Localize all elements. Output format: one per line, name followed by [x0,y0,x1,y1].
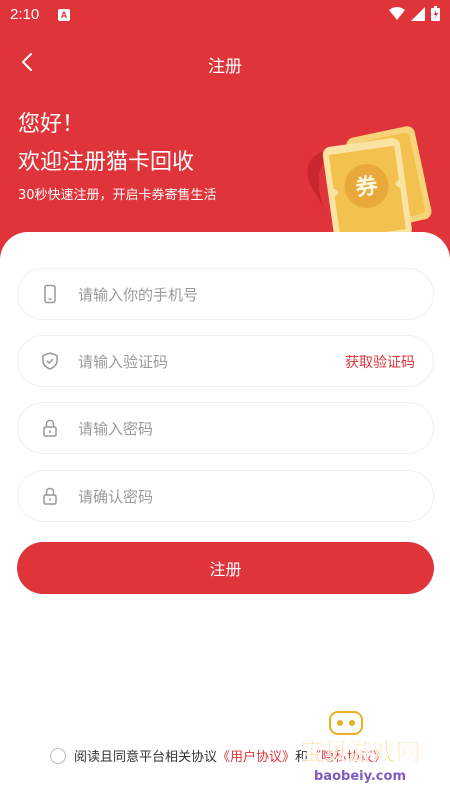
welcome-text: 欢迎注册猫卡回收 [18,150,195,175]
confirm-password-placeholder: 请确认密码 [78,487,154,506]
status-icons [389,6,440,21]
get-code-button[interactable]: 获取验证码 [345,352,415,372]
wifi-icon [389,6,405,20]
phone-placeholder: 请输入你的手机号 [78,285,199,304]
ticket-label: 券 [353,173,380,202]
nav-bar: 注册 [0,40,450,84]
subtitle-text: 30秒快速注册，开启卡券寄售生活 [18,188,217,203]
coupon-ticket-illustration: 券 [307,126,432,246]
password-placeholder: 请输入密码 [78,419,154,438]
code-placeholder: 请输入验证码 [78,352,169,371]
agreement-prefix: 阅读且同意平台相关协议 [74,750,218,765]
signal-icon [411,6,425,21]
greeting-text: 您好！ [18,112,85,137]
verification-code-field[interactable]: 请输入验证码 获取验证码 [17,335,434,387]
status-bar: 2:10 A [0,0,450,30]
agreement-conjunction: 和 [295,750,309,765]
privacy-policy-link[interactable]: 《隐私协议》 [308,746,386,765]
shield-icon [42,352,58,370]
status-time: 2:10 [10,6,40,23]
agreement-row: 阅读且同意平台相关协议 《用户协议》 和 《隐私协议》 [50,746,386,765]
password-field[interactable]: 请输入密码 [17,402,434,454]
notification-icon: A [58,9,70,21]
phone-field[interactable]: 请输入你的手机号 [17,268,434,320]
lock-icon [43,419,57,437]
battery-icon [431,6,440,21]
lock-icon [43,487,57,505]
phone-icon [44,284,56,304]
page-title: 注册 [208,57,242,77]
register-button[interactable]: 注册 [17,542,434,594]
user-agreement-link[interactable]: 《用户协议》 [217,746,295,765]
confirm-password-field[interactable]: 请确认密码 [17,470,434,522]
agreement-checkbox[interactable] [50,747,66,764]
